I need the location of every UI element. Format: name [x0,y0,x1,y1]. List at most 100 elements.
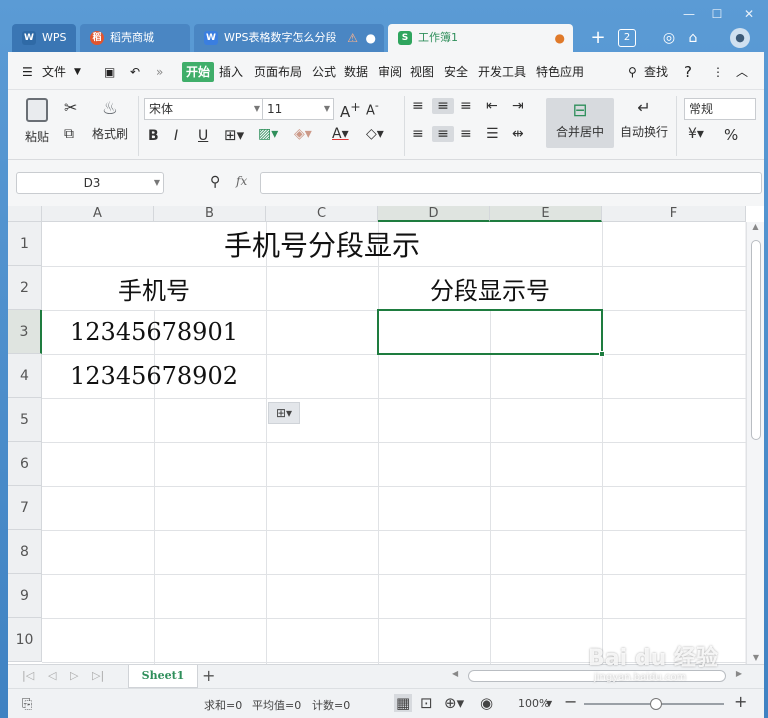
menu-search[interactable]: 查找 [644,62,668,82]
paste-button[interactable]: 粘贴 [20,98,54,145]
cell-d2-header-segmented[interactable]: 分段显示号 [378,266,602,310]
row-header-2[interactable]: 2 [8,266,42,310]
menu-formula[interactable]: 公式 [312,62,336,82]
cell-a2-header-phone[interactable]: 手机号 [42,266,266,310]
minimize-button[interactable]: — [678,4,700,24]
menu-insert[interactable]: 插入 [219,62,243,82]
cut-icon[interactable]: ✂ [64,98,77,117]
currency-icon[interactable]: ¥▾ [688,126,704,142]
scrollbar-thumb[interactable] [751,240,761,440]
row-header-6[interactable]: 6 [8,442,42,486]
save-icon[interactable]: ▣ [104,62,115,82]
skin-icon[interactable]: ◎ [660,28,678,48]
search-icon[interactable]: ⚲ [628,62,637,82]
maximize-button[interactable]: ☐ [706,4,728,24]
row-header-10[interactable]: 10 [8,618,42,662]
font-name-select[interactable]: 宋体 ▼ [144,98,264,120]
zoom-level[interactable]: 100% [518,697,549,710]
zoom-out-icon[interactable]: − [564,692,577,711]
formula-input[interactable] [260,172,762,194]
menu-page-layout[interactable]: 页面布局 [254,62,302,82]
menu-file[interactable]: 文件 [42,62,66,82]
row-header-5[interactable]: 5 [8,398,42,442]
paint-bucket-icon[interactable]: ◈▾ [294,126,312,142]
avatar[interactable]: ● [730,28,750,48]
align-bottom-icon[interactable]: ≡ [460,98,472,114]
format-painter-button[interactable]: ♨ 格式刷 [90,98,130,142]
tab-wps[interactable]: W WPS [12,24,76,52]
prev-sheet-icon[interactable]: ◁ [48,669,56,682]
indent-increase-icon[interactable]: ⇥ [512,98,524,114]
page-break-view-icon[interactable]: ⊡ [420,694,433,712]
chevron-down-icon[interactable]: ▼ [74,62,81,82]
help-icon[interactable]: ? [684,62,692,82]
percent-icon[interactable]: % [724,126,738,144]
align-right-icon[interactable]: ≡ [460,126,472,142]
menu-home[interactable]: 开始 [182,62,215,82]
eraser-icon[interactable]: ◇▾ [366,126,384,142]
last-sheet-icon[interactable]: ▷| [92,669,104,682]
number-format-select[interactable]: 常规 [684,98,756,120]
distribute-icon[interactable]: ⇹ [512,126,524,142]
page-layout-view-icon[interactable]: ⊕▾ [444,694,464,712]
italic-button[interactable]: I [174,128,178,144]
cell-a4-phone[interactable]: 12345678902 [42,354,266,398]
new-tab-button[interactable]: + [588,28,608,48]
more-icon[interactable]: » [156,62,163,82]
justify-icon[interactable]: ☰ [486,126,499,142]
tab-count-badge[interactable]: 2 [618,29,636,47]
row-header-7[interactable]: 7 [8,486,42,530]
auto-wrap-button[interactable]: ↵ 自动换行 [618,98,670,140]
tab-workbook1[interactable]: S 工作簿1 ● [388,24,573,52]
fill-handle[interactable] [599,351,605,357]
active-cell-d3[interactable] [377,309,603,355]
decrease-font-icon[interactable]: A- [366,99,379,118]
cell-a1-merged-title[interactable]: 手机号分段显示 [42,222,602,266]
fill-color-icon[interactable]: ▨▾ [258,126,278,142]
bold-button[interactable]: B [148,128,159,144]
row-header-3[interactable]: 3 [8,310,42,354]
menu-developer[interactable]: 开发工具 [478,62,526,82]
font-color-icon[interactable]: A▾ [332,126,349,142]
row-header-4[interactable]: 4 [8,354,42,398]
zoom-dropdown-icon[interactable]: ▼ [546,699,552,708]
row-header-9[interactable]: 9 [8,574,42,618]
tab-daoke[interactable]: 稻 稻壳商城 [80,24,190,52]
sheet-tab-sheet1[interactable]: Sheet1 [128,665,198,688]
collapse-ribbon-icon[interactable]: ︿ [736,62,748,82]
column-header-c[interactable]: C [266,206,378,222]
vertical-scrollbar[interactable]: ▲ ▼ [746,222,764,664]
paste-options-button[interactable]: ⊞▾ [268,402,300,424]
shirt-icon[interactable]: ⌂ [684,28,702,48]
column-header-d[interactable]: D [378,206,490,222]
reading-mode-icon[interactable]: ◉ [480,694,493,712]
align-middle-icon[interactable]: ≡ [432,98,454,114]
normal-view-icon[interactable]: ▦ [394,694,413,712]
column-header-b[interactable]: B [154,206,266,222]
cell-a3-phone[interactable]: 12345678901 [42,310,266,354]
menu-review[interactable]: 审阅 [378,62,402,82]
tab-close-icon[interactable]: ● [555,24,565,52]
underline-button[interactable]: U [198,128,208,144]
scroll-left-icon[interactable]: ◀ [452,669,458,678]
menu-data[interactable]: 数据 [344,62,368,82]
more-options-icon[interactable]: ⋮ [712,62,724,82]
align-top-icon[interactable]: ≡ [412,98,424,114]
tab-close-icon[interactable]: ● [366,24,376,52]
indent-decrease-icon[interactable]: ⇤ [486,98,498,114]
zoom-slider-thumb[interactable] [650,698,662,710]
zoom-search-icon[interactable]: ⚲ [210,174,220,190]
menu-security[interactable]: 安全 [444,62,468,82]
font-size-select[interactable]: 11 ▼ [262,98,334,120]
copy-icon[interactable]: ⧉ [64,126,74,142]
row-header-8[interactable]: 8 [8,530,42,574]
select-all-corner[interactable] [8,206,42,222]
close-window-button[interactable]: ✕ [738,4,760,24]
undo-icon[interactable]: ↶ [130,62,140,82]
zoom-slider[interactable] [584,698,724,710]
menu-special[interactable]: 特色应用 [536,62,584,82]
row-header-1[interactable]: 1 [8,222,42,266]
column-header-e[interactable]: E [490,206,602,222]
first-sheet-icon[interactable]: |◁ [22,669,34,682]
align-center-icon[interactable]: ≡ [432,126,454,142]
